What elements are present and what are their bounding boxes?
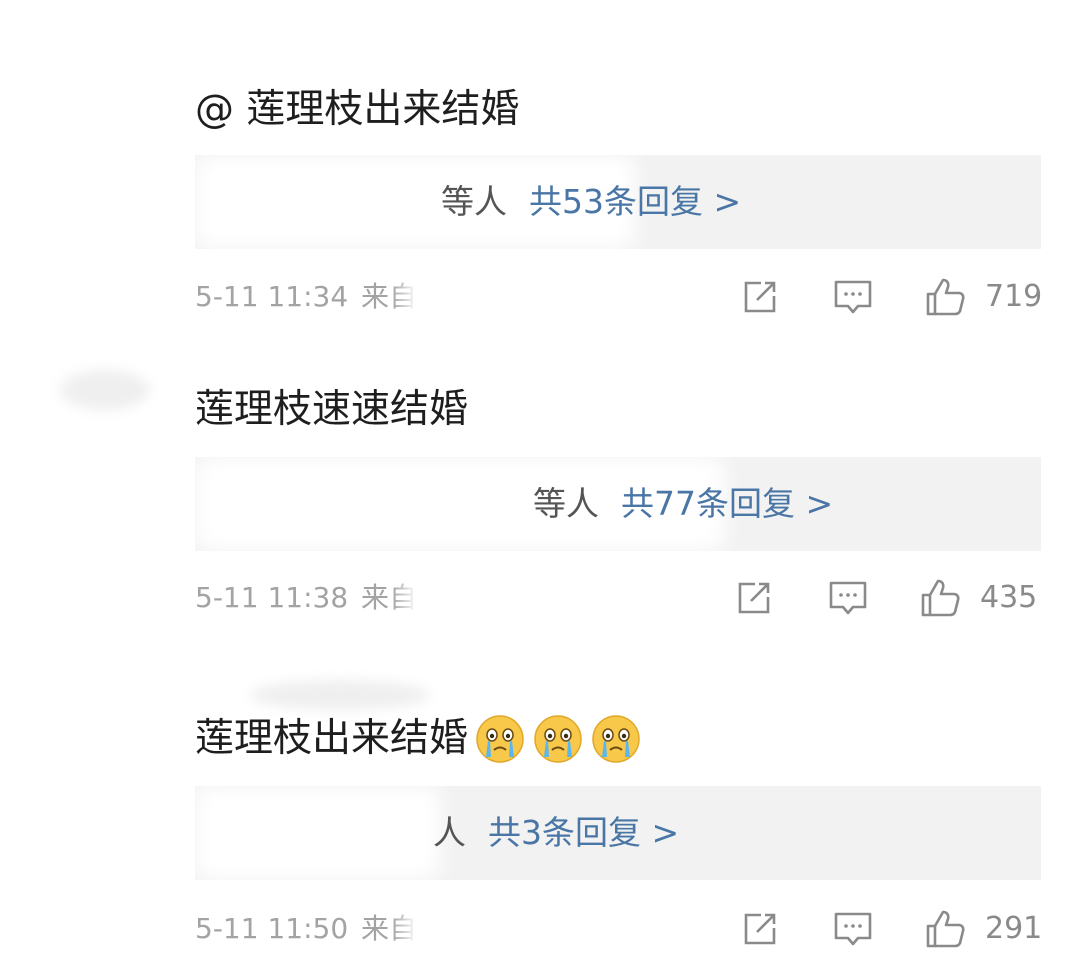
thumbs-up-icon[interactable]	[924, 276, 966, 318]
share-icon[interactable]	[739, 908, 781, 950]
comment-text: 莲理枝出来结婚	[195, 714, 642, 764]
source-label: 来自	[361, 280, 418, 313]
reply-preview[interactable]: 等人 共77条回复 >	[195, 457, 1041, 551]
like-count: 435	[980, 580, 1038, 615]
timestamp: 5-11 11:34	[195, 280, 349, 313]
comment-icon[interactable]	[832, 908, 874, 950]
source-label: 来自	[361, 581, 418, 614]
comment-icon[interactable]	[827, 577, 869, 619]
comment-icon[interactable]	[832, 276, 874, 318]
thumbs-up-icon[interactable]	[919, 577, 961, 619]
comment-meta: 5-11 11:50 来自 291	[195, 906, 1043, 952]
redaction-smudge	[60, 370, 150, 410]
reply-summary[interactable]: 等人 共53条回复 >	[441, 155, 741, 249]
like-count: 719	[985, 279, 1043, 314]
crying-face-emoji	[476, 715, 524, 763]
reply-preview[interactable]: 人共3条回复 >	[195, 786, 1041, 880]
comment-body: 莲理枝速速结婚	[195, 387, 469, 432]
reply-preview[interactable]: 等人 共53条回复 >	[195, 155, 1041, 249]
share-icon[interactable]	[733, 577, 775, 619]
redacted-names	[195, 786, 440, 880]
comment-text: @ 莲理枝出来结婚	[195, 85, 519, 135]
reply-count-link[interactable]: 共3条回复 >	[488, 813, 679, 852]
thumbs-up-icon[interactable]	[924, 908, 966, 950]
reply-summary[interactable]: 等人 共77条回复 >	[533, 457, 833, 551]
reply-count-link[interactable]: 共53条回复 >	[529, 182, 741, 221]
like-count: 291	[985, 911, 1043, 946]
crying-face-emoji	[534, 715, 582, 763]
comment-text: 莲理枝速速结婚	[195, 385, 468, 435]
source-label: 来自	[361, 912, 418, 945]
share-icon[interactable]	[739, 276, 781, 318]
comment-body: @ 莲理枝出来结婚	[195, 87, 520, 132]
comment-meta: 5-11 11:34 来自 719	[195, 274, 1043, 320]
reply-users: 人	[433, 813, 466, 852]
comment-body: 莲理枝出来结婚	[195, 716, 469, 761]
comment-meta: 5-11 11:38 来自 435	[195, 575, 1041, 621]
crying-face-emoji	[592, 715, 640, 763]
reply-summary[interactable]: 人共3条回复 >	[433, 786, 679, 880]
timestamp: 5-11 11:50	[195, 912, 349, 945]
timestamp: 5-11 11:38	[195, 581, 349, 614]
redaction-smudge	[250, 680, 430, 710]
reply-count-link[interactable]: 共77条回复 >	[621, 484, 833, 523]
reply-users: 等人	[441, 182, 507, 221]
reply-users: 等人	[533, 484, 599, 523]
